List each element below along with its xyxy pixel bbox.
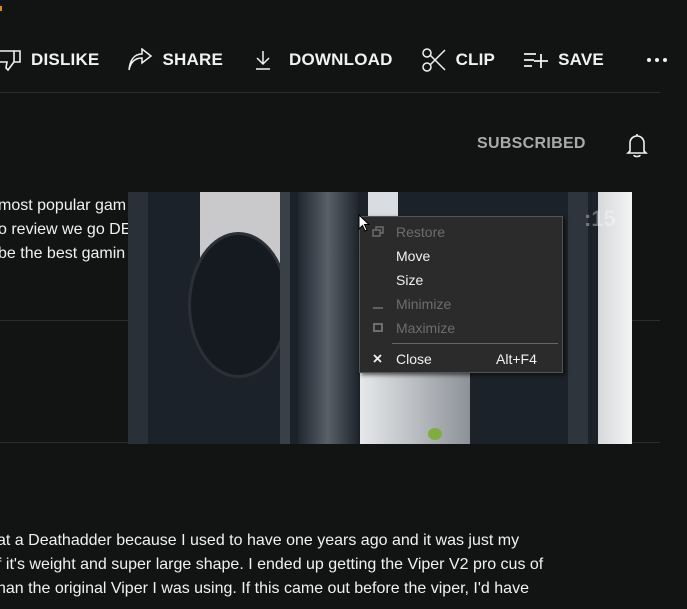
dislike-label: DISLIKE xyxy=(31,50,100,69)
mouse-cursor-icon xyxy=(358,214,370,232)
clip-label: CLIP xyxy=(455,50,496,69)
dislike-button[interactable]: DISLIKE xyxy=(0,48,99,72)
comment-line: at a Deathadder because I used to have o… xyxy=(0,532,520,549)
clip-button[interactable]: CLIP xyxy=(421,47,496,73)
bell-icon[interactable] xyxy=(625,131,649,159)
thumbs-down-icon xyxy=(0,50,21,72)
comment-line: f it's weight and super large shape. I e… xyxy=(0,556,544,573)
maximize-icon xyxy=(373,323,383,332)
playlist-add-icon xyxy=(524,53,549,68)
description-line: be the best gamin xyxy=(0,245,126,262)
menu-item-size[interactable]: Size xyxy=(360,269,562,291)
divider xyxy=(0,92,660,93)
download-button[interactable]: DOWNLOAD xyxy=(251,48,393,72)
close-icon xyxy=(373,354,382,363)
video-actions-bar: DISLIKE SHARE DOWNLOAD CLIP SAVE xyxy=(0,44,687,76)
menu-item-close[interactable]: Close Alt+F4 xyxy=(360,348,562,370)
minimize-icon xyxy=(373,307,383,309)
more-actions-button[interactable] xyxy=(646,57,677,63)
orange-mark xyxy=(0,6,2,11)
scissors-icon xyxy=(421,48,446,72)
save-button[interactable]: SAVE xyxy=(523,49,604,71)
menu-separator xyxy=(392,343,558,344)
menu-item-move[interactable]: Move xyxy=(360,245,562,267)
timestamp-overlay: :15 xyxy=(584,206,616,231)
subscribed-button[interactable]: SUBSCRIBED xyxy=(477,135,586,153)
window-context-menu: Restore Move Size Minimize Maximize Clos… xyxy=(359,216,563,373)
share-icon xyxy=(128,48,153,71)
share-label: SHARE xyxy=(162,50,223,69)
shortcut-label: Alt+F4 xyxy=(496,351,537,367)
menu-item-minimize[interactable]: Minimize xyxy=(360,293,562,315)
download-icon xyxy=(255,51,270,70)
menu-item-maximize[interactable]: Maximize xyxy=(360,317,562,339)
comment-line: han the original Viper I was using. If t… xyxy=(0,580,529,597)
share-button[interactable]: SHARE xyxy=(127,48,223,72)
restore-icon xyxy=(372,226,384,237)
download-label: DOWNLOAD xyxy=(288,50,393,69)
description-line: most popular gam xyxy=(0,197,127,214)
description-line: o review we go DE xyxy=(0,221,132,238)
more-horizontal-icon xyxy=(646,58,667,62)
save-label: SAVE xyxy=(558,50,604,69)
menu-item-restore[interactable]: Restore xyxy=(360,221,562,243)
